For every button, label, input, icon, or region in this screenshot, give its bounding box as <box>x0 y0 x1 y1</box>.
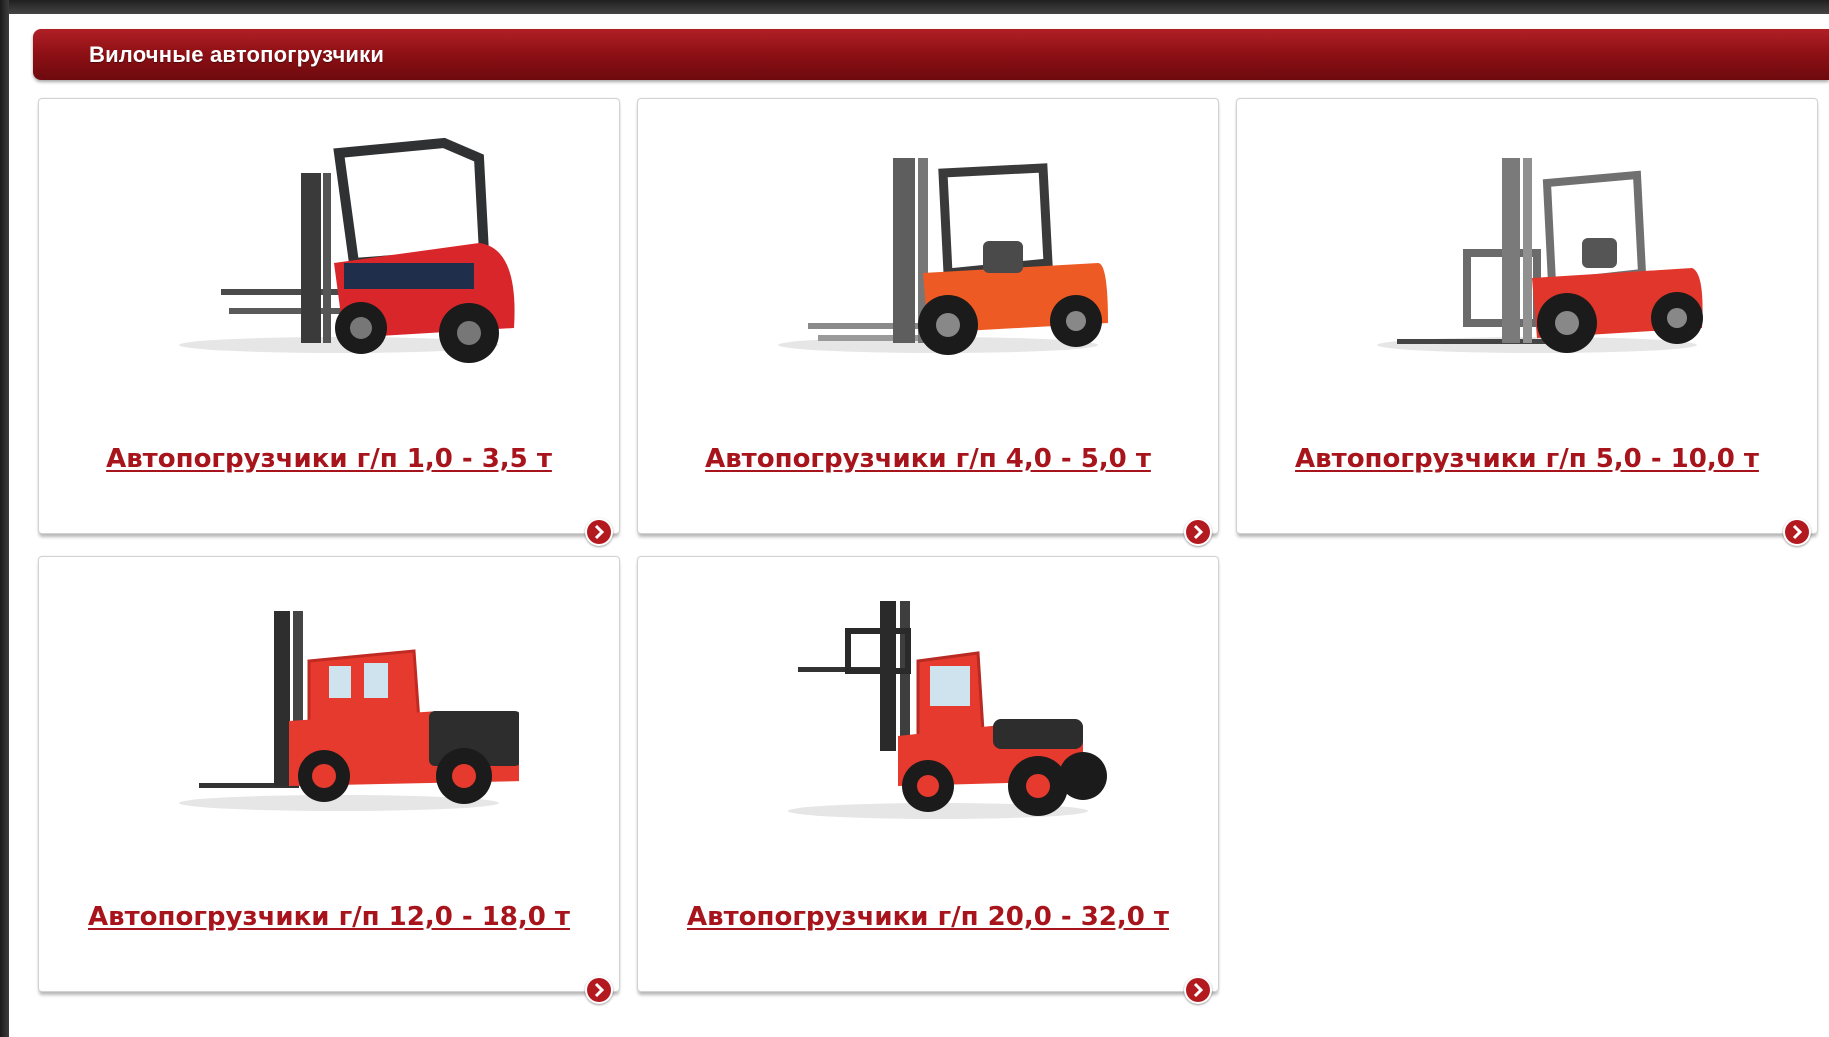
chevron-right-circle-icon[interactable] <box>585 976 613 1004</box>
chevron-right-circle-icon[interactable] <box>1184 976 1212 1004</box>
forklift-image <box>788 601 1107 819</box>
product-card[interactable]: Автопогрузчики г/п 12,0 - 18,0 т <box>38 556 620 1004</box>
forklift-image <box>179 137 515 363</box>
product-card[interactable]: Автопогрузчики г/п 4,0 - 5,0 т <box>637 98 1219 546</box>
forklift-image <box>778 158 1108 355</box>
product-link[interactable]: Автопогрузчики г/п 12,0 - 18,0 т <box>39 902 619 932</box>
product-link[interactable]: Автопогрузчики г/п 20,0 - 32,0 т <box>638 902 1218 932</box>
chevron-right-circle-icon[interactable] <box>1783 518 1811 546</box>
chevron-right-circle-icon[interactable] <box>1184 518 1212 546</box>
window-frame-left <box>0 0 9 1037</box>
product-card[interactable]: Автопогрузчики г/п 5,0 - 10,0 т <box>1236 98 1818 546</box>
forklift-image <box>1377 158 1703 353</box>
window-frame-top <box>0 0 1829 14</box>
product-link[interactable]: Автопогрузчики г/п 4,0 - 5,0 т <box>638 444 1218 474</box>
product-card[interactable]: Автопогрузчики г/п 1,0 - 3,5 т <box>38 98 620 546</box>
product-link[interactable]: Автопогрузчики г/п 5,0 - 10,0 т <box>1237 444 1817 474</box>
chevron-right-circle-icon[interactable] <box>585 518 613 546</box>
section-header: Вилочные автопогрузчики <box>33 29 1829 80</box>
product-link[interactable]: Автопогрузчики г/п 1,0 - 3,5 т <box>39 444 619 474</box>
forklift-image <box>179 611 519 811</box>
section-title: Вилочные автопогрузчики <box>89 42 385 67</box>
product-card[interactable]: Автопогрузчики г/п 20,0 - 32,0 т <box>637 556 1219 1004</box>
